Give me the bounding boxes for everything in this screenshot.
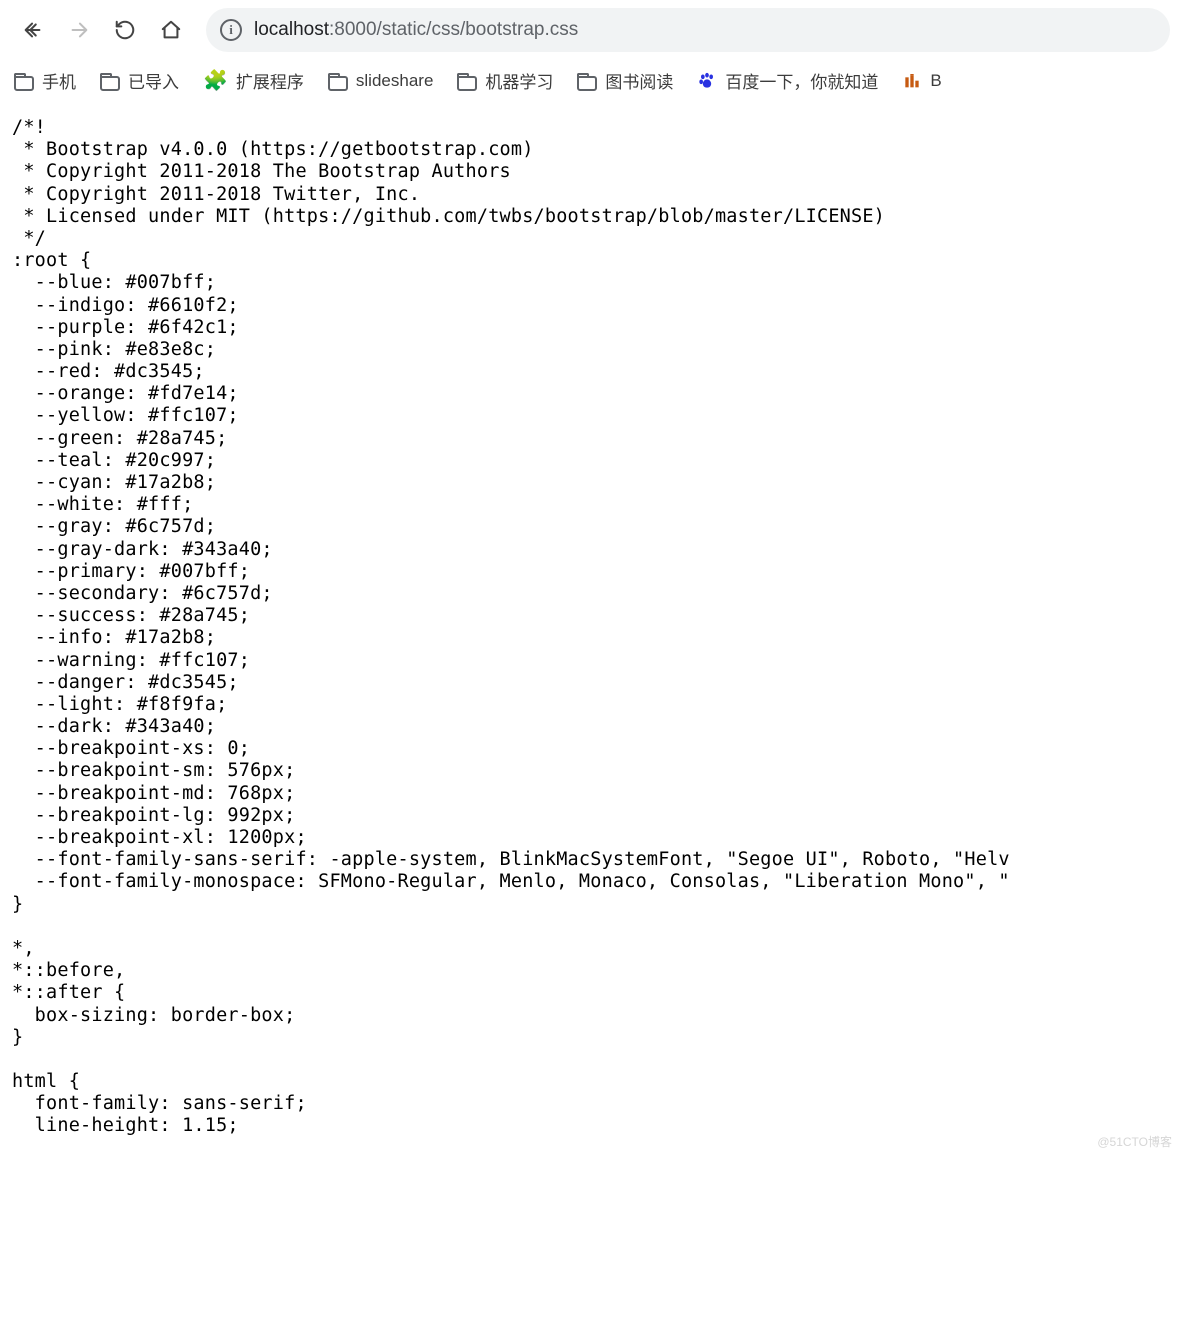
bookmark-label: slideshare bbox=[356, 71, 434, 91]
home-icon bbox=[160, 19, 182, 41]
url-host: localhost bbox=[254, 19, 329, 40]
css-file-content: /*! * Bootstrap v4.0.0 (https://getboots… bbox=[0, 103, 1184, 1138]
bookmark-baidu[interactable]: 百度一下，你就知道 bbox=[697, 68, 878, 93]
baidu-paw-icon bbox=[697, 71, 717, 91]
bookmark-imported[interactable]: 已导入 bbox=[100, 68, 179, 93]
bookmark-label: 手机 bbox=[42, 68, 76, 93]
watermark: @51CTO博客 bbox=[1097, 1133, 1172, 1150]
reload-icon bbox=[114, 19, 136, 41]
bookmark-phone[interactable]: 手机 bbox=[14, 68, 76, 93]
bookmark-city[interactable]: B bbox=[902, 69, 941, 92]
bookmark-ml[interactable]: 机器学习 bbox=[457, 68, 553, 93]
bookmark-label: 图书阅读 bbox=[605, 68, 673, 93]
bookmark-label: 已导入 bbox=[128, 68, 179, 93]
address-bar[interactable]: i localhost:8000/static/css/bootstrap.cs… bbox=[206, 8, 1170, 52]
folder-icon bbox=[457, 73, 477, 89]
url-path: :8000/static/css/bootstrap.css bbox=[329, 19, 578, 40]
castle-icon bbox=[902, 69, 922, 92]
folder-icon bbox=[328, 73, 348, 89]
bookmark-extensions[interactable]: 🧩 扩展程序 bbox=[203, 68, 304, 93]
puzzle-icon: 🧩 bbox=[203, 71, 228, 91]
folder-icon bbox=[577, 73, 597, 89]
bookmark-slideshare[interactable]: slideshare bbox=[328, 71, 434, 91]
bookmark-label: 扩展程序 bbox=[236, 68, 304, 93]
bookmark-reading[interactable]: 图书阅读 bbox=[577, 68, 673, 93]
bookmarks-bar: 手机 已导入 🧩 扩展程序 slideshare 机器学习 图书阅读 百度一下，… bbox=[0, 62, 1184, 103]
forward-icon bbox=[68, 19, 90, 41]
url-text: localhost:8000/static/css/bootstrap.css bbox=[254, 19, 578, 41]
folder-icon bbox=[14, 73, 34, 89]
back-button[interactable] bbox=[14, 11, 52, 49]
bookmark-label: 机器学习 bbox=[485, 68, 553, 93]
site-info-icon[interactable]: i bbox=[220, 19, 242, 41]
reload-button[interactable] bbox=[106, 11, 144, 49]
folder-icon bbox=[100, 73, 120, 89]
bookmark-label: 百度一下，你就知道 bbox=[725, 68, 878, 93]
browser-toolbar: i localhost:8000/static/css/bootstrap.cs… bbox=[0, 0, 1184, 62]
bookmark-label: B bbox=[930, 71, 941, 91]
home-button[interactable] bbox=[152, 11, 190, 49]
back-icon bbox=[22, 19, 44, 41]
forward-button[interactable] bbox=[60, 11, 98, 49]
